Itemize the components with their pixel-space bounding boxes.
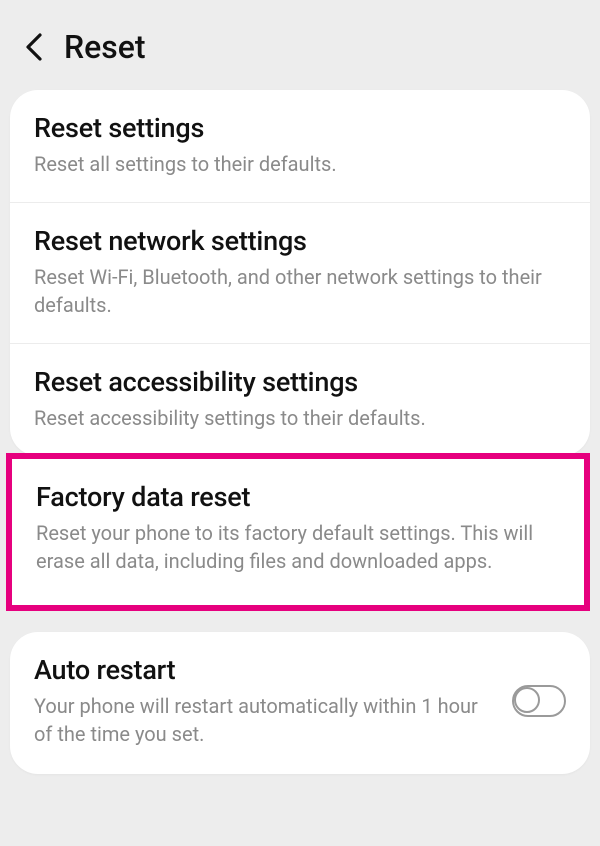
toggle-thumb	[514, 687, 540, 713]
item-desc: Your phone will restart automatically wi…	[34, 692, 496, 748]
item-title: Auto restart	[34, 654, 496, 686]
item-title: Reset accessibility settings	[34, 366, 566, 398]
item-desc: Reset all settings to their defaults.	[34, 150, 566, 178]
reset-network-settings-item[interactable]: Reset network settings Reset Wi-Fi, Blue…	[10, 202, 590, 343]
item-title: Reset settings	[34, 112, 566, 144]
item-title: Factory data reset	[36, 481, 560, 513]
page-header: Reset	[0, 0, 600, 90]
back-icon[interactable]	[24, 31, 44, 63]
item-desc: Reset accessibility settings to their de…	[34, 404, 566, 432]
item-title: Reset network settings	[34, 225, 566, 257]
reset-settings-item[interactable]: Reset settings Reset all settings to the…	[10, 90, 590, 202]
auto-restart-toggle[interactable]	[512, 685, 566, 717]
item-desc: Reset Wi-Fi, Bluetooth, and other networ…	[34, 263, 566, 319]
reset-options-card: Reset settings Reset all settings to the…	[10, 90, 590, 456]
auto-restart-item[interactable]: Auto restart Your phone will restart aut…	[10, 632, 590, 774]
page-title: Reset	[64, 28, 146, 66]
reset-accessibility-settings-item[interactable]: Reset accessibility settings Reset acces…	[10, 343, 590, 456]
factory-data-reset-item[interactable]: Factory data reset Reset your phone to i…	[6, 453, 590, 611]
item-desc: Reset your phone to its factory default …	[36, 519, 560, 575]
auto-restart-card: Auto restart Your phone will restart aut…	[10, 632, 590, 774]
